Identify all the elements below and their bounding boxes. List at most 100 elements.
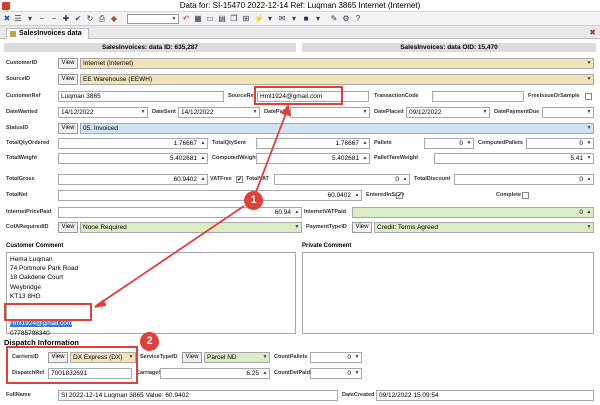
date-created-label: DateCreated: [342, 392, 375, 398]
count-del-paid-input[interactable]: 0 ▼: [310, 368, 362, 379]
source-id-select[interactable]: EE Warehouse (EEWH) ▼: [80, 74, 594, 85]
settings-icon[interactable]: ⚙: [342, 14, 350, 24]
tab-strip: SalesInvoices data ✖: [0, 26, 600, 39]
undo-icon[interactable]: ↶: [182, 14, 190, 24]
email-icon[interactable]: ✉: [278, 14, 286, 24]
data-oid-bar: SalesInvoices: data OID: 15,470: [302, 43, 596, 52]
cascade-icon[interactable]: ❐: [230, 14, 238, 24]
customer-ref-input[interactable]: Luqman 3865: [58, 91, 224, 102]
edit-icon[interactable]: ✎: [330, 14, 338, 24]
sheet-icon[interactable]: ▦: [194, 14, 202, 24]
source-id-label: SourceID: [6, 76, 31, 82]
date-sent-label: DateSent: [152, 109, 176, 115]
internet-vat-paid-label: InternetVATPaid: [304, 209, 346, 215]
refresh-icon[interactable]: ↻: [86, 14, 94, 24]
internet-vat-paid-input[interactable]: 0 ▲: [352, 207, 594, 218]
computed-weight-label: ComputedWeight: [212, 155, 258, 161]
close-tab-icon[interactable]: ✖: [589, 28, 596, 37]
date-sent-input[interactable]: 14/12/2022 ▼: [178, 107, 260, 118]
date-payment-due-input[interactable]: ▼: [542, 107, 594, 118]
private-comment-textarea[interactable]: [302, 252, 594, 334]
total-net-input[interactable]: 60.9402 ▲: [58, 190, 362, 201]
print-icon[interactable]: ⎙: [98, 14, 106, 24]
eraser-icon[interactable]: ◆: [110, 14, 118, 24]
source-view-button[interactable]: View: [58, 74, 78, 85]
stop-icon[interactable]: ■: [302, 14, 310, 24]
status-id-select[interactable]: 05. Invoiced ▼: [80, 123, 594, 134]
computed-pallets-label: ComputedPallets: [478, 140, 523, 146]
total-weight-label: TotalWeight: [6, 155, 37, 161]
cofa-view-button[interactable]: View: [58, 222, 78, 233]
comment-line: Weybridge: [10, 283, 41, 291]
full-name-input[interactable]: SI 2022-12-14 Luqman 3865 Value: 60.9402: [58, 390, 338, 401]
chevron-down-icon[interactable]: ▾: [290, 14, 298, 24]
dropdown-icon[interactable]: ▾: [26, 14, 34, 24]
transaction-code-input[interactable]: [432, 91, 524, 102]
table-icon[interactable]: ▤: [218, 14, 226, 24]
source-ref-highlight-box: [254, 86, 343, 105]
free-issue-label: FreeIssueOrSample: [528, 93, 580, 99]
arrow-icon[interactable]: ▾: [266, 14, 274, 24]
customer-view-button[interactable]: View: [58, 58, 78, 69]
save-icon[interactable]: ✔: [74, 14, 82, 24]
add-icon[interactable]: ✚: [62, 14, 70, 24]
pallets-input[interactable]: 0 ▼: [424, 138, 474, 149]
chevron-down-icon: ▼: [354, 354, 360, 360]
service-type-view-button[interactable]: View: [182, 352, 202, 363]
payment-type-view-button[interactable]: View: [352, 222, 372, 233]
carriage-cost-input[interactable]: 6.25 ▲: [160, 368, 270, 379]
count-pallets-input[interactable]: 0 ▼: [310, 352, 362, 363]
status-view-button[interactable]: View: [58, 123, 78, 134]
window-icon[interactable]: ▭: [206, 14, 214, 24]
list-icon[interactable]: ☰: [14, 14, 22, 24]
spin-icon: ▲: [402, 176, 408, 182]
customer-id-select[interactable]: Internet (Internet) ▼: [80, 58, 594, 69]
date-paid-input[interactable]: ▼: [290, 107, 370, 118]
spin-icon: ▲: [262, 370, 268, 376]
date-paid-label: DatePaid: [264, 109, 288, 115]
lightning-icon[interactable]: ⚡: [254, 14, 264, 24]
computed-weight-input[interactable]: 5.402681 ▲: [256, 153, 370, 164]
date-wanted-input[interactable]: 14/12/2022 ▼: [58, 107, 148, 118]
toolbar-filter-combo[interactable]: ▼: [127, 14, 179, 24]
total-qty-ordered-input[interactable]: 1.76667 ▲: [58, 138, 208, 149]
dispatch-highlight-box: [6, 346, 138, 384]
delete-icon[interactable]: −: [38, 14, 46, 24]
payment-type-select[interactable]: Credit: Terms Agreed ▼: [374, 222, 594, 233]
date-placed-input[interactable]: 09/12/2022 ▼: [406, 107, 490, 118]
service-type-select[interactable]: Parcel ND ▼: [204, 352, 270, 363]
chevron-down-icon: ▼: [586, 155, 592, 161]
spin-icon: ▲: [294, 209, 300, 215]
total-weight-input[interactable]: 5.402681 ▲: [58, 153, 208, 164]
chevron-down-icon: ▼: [586, 60, 592, 66]
comment-line: 74 Portmore Park Road: [10, 265, 79, 273]
tab-salesinvoices-data[interactable]: SalesInvoices data: [6, 28, 89, 39]
date-created-input[interactable]: 09/12/2022 15:09:54: [376, 390, 594, 401]
pallets-label: Pallets: [374, 140, 392, 146]
pallet-tare-weight-label: PalletTareWeight: [374, 155, 419, 161]
minus-icon[interactable]: −: [50, 14, 58, 24]
options-icon[interactable]: ▾: [314, 14, 322, 24]
total-qty-sent-input[interactable]: 1.76667 ▲: [256, 138, 370, 149]
vat-free-checkbox[interactable]: ✔: [236, 176, 243, 183]
close-record-icon[interactable]: ✖: [3, 14, 11, 24]
toolbar: ✖ ☰ ▾ − − ✚ ✔ ↻ ⎙ ◆ ▼ ↶ ▦ ▭ ▤ ❐ ⊞ ⚡ ▾ ✉ …: [0, 12, 600, 26]
internet-price-paid-input[interactable]: 60.94 ▲: [58, 207, 302, 218]
source-ref-label: SourceRef: [228, 93, 256, 99]
total-gross-input[interactable]: 60.9402 ▲: [58, 174, 208, 185]
pallet-tare-weight-input[interactable]: 5.41 ▼: [434, 153, 594, 164]
annotation-badge-2: 2: [140, 332, 159, 351]
computed-pallets-input[interactable]: 0 ▼: [526, 138, 594, 149]
cofa-required-select[interactable]: None Required ▼: [80, 222, 302, 233]
customer-comment-textarea[interactable]: Hema Luqman 74 Portmore Park Road 18 Oak…: [6, 252, 296, 337]
grid-icon[interactable]: ⊞: [242, 14, 250, 24]
status-id-label: StatusID: [6, 125, 29, 131]
entered-in-sage-checkbox[interactable]: ✔: [396, 192, 403, 199]
complete-checkbox[interactable]: [522, 192, 529, 199]
customer-ref-label: CustomerRef: [6, 93, 41, 99]
cofa-required-label: CofARequiredID: [6, 224, 49, 230]
total-vat-input[interactable]: 0 ▲: [274, 174, 410, 185]
total-discount-input[interactable]: 0 ▲: [454, 174, 594, 185]
free-issue-checkbox[interactable]: [585, 93, 592, 100]
help-icon[interactable]: ?: [354, 14, 362, 24]
